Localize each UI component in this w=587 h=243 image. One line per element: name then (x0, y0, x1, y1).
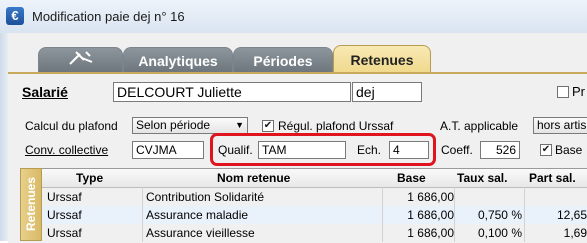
tab-periodes[interactable]: Périodes (233, 47, 333, 73)
side-tab-label: Retenues (24, 176, 38, 232)
table-row[interactable]: Urssaf Assurance maladie 1 686,00 0,750 … (42, 206, 587, 224)
cell-nom: Assurance vieillesse (146, 226, 255, 240)
cell-base: 1 686,00 (407, 190, 454, 204)
side-tab-retenues[interactable]: Retenues (20, 168, 42, 241)
cell-taux: 0,100 % (477, 226, 522, 240)
salarie-code-field[interactable]: dej (352, 82, 422, 102)
window-frame (0, 33, 8, 241)
regul-label: Régul. plafond Urssaf (278, 119, 394, 133)
col-type[interactable]: Type (76, 171, 103, 185)
retenues-table: Type Nom retenue Base Taux sal. Part sal… (42, 168, 587, 242)
cell-taux: 0,750 % (477, 208, 522, 222)
calcul-plafond-label: Calcul du plafond (25, 119, 118, 133)
coeff-field[interactable]: 526 (480, 141, 520, 159)
base-label: Base (555, 143, 583, 157)
tool-icon (66, 51, 96, 71)
salarie-field[interactable]: DELCOURT Juliette (113, 82, 351, 102)
tab-retenues[interactable]: Retenues (333, 45, 431, 73)
pr-label: Pr (572, 84, 585, 99)
column-divider (454, 187, 455, 242)
cell-nom: Assurance maladie (146, 208, 249, 222)
column-divider (382, 187, 383, 242)
table-header: Type Nom retenue Base Taux sal. Part sal… (42, 169, 587, 188)
col-part-sal[interactable]: Part sal. (529, 171, 576, 185)
calcul-plafond-value: Selon période (136, 118, 211, 132)
at-applicable-select[interactable]: hors artis (533, 117, 587, 134)
table-row[interactable]: Urssaf Contribution Solidarité 1 686,00 (42, 188, 587, 206)
tab-tools[interactable] (38, 47, 123, 73)
tab-analytiques[interactable]: Analytiques (123, 47, 233, 73)
coeff-label: Coeff. (441, 143, 473, 157)
col-nom-retenue[interactable]: Nom retenue (217, 171, 290, 185)
base-checkbox[interactable]: ✔ (540, 144, 552, 156)
app-icon[interactable]: € (6, 7, 24, 25)
salarie-label[interactable]: Salarié (22, 84, 68, 100)
at-applicable-label: A.T. applicable (440, 119, 519, 133)
title-bar: € Modification paie dej n° 16 (0, 0, 587, 34)
col-taux-sal[interactable]: Taux sal. (457, 171, 507, 185)
cell-part: 12,65 (556, 208, 587, 222)
regul-checkbox[interactable]: ✔ (262, 120, 274, 132)
cell-type: Urssaf (47, 226, 82, 240)
cell-nom: Contribution Solidarité (146, 190, 265, 204)
calcul-plafond-select[interactable]: Selon période ▼ (132, 117, 248, 134)
cell-type: Urssaf (47, 190, 82, 204)
cell-part: 1,69 (563, 226, 587, 240)
cell-base: 1 686,00 (407, 208, 454, 222)
highlight-box (210, 133, 436, 166)
pr-checkbox[interactable] (557, 86, 569, 98)
cell-base: 1 686,00 (407, 226, 454, 240)
col-base[interactable]: Base (397, 171, 426, 185)
table-row[interactable]: Urssaf Assurance vieillesse 1 686,00 0,1… (42, 224, 587, 242)
cell-type: Urssaf (47, 208, 82, 222)
column-divider (524, 187, 525, 242)
conv-collective-label[interactable]: Conv. collective (25, 143, 108, 157)
window-title: Modification paie dej n° 16 (32, 9, 185, 24)
conv-collective-field[interactable]: CVJMA (132, 141, 204, 159)
chevron-down-icon: ▼ (235, 120, 244, 130)
column-divider (142, 187, 143, 242)
